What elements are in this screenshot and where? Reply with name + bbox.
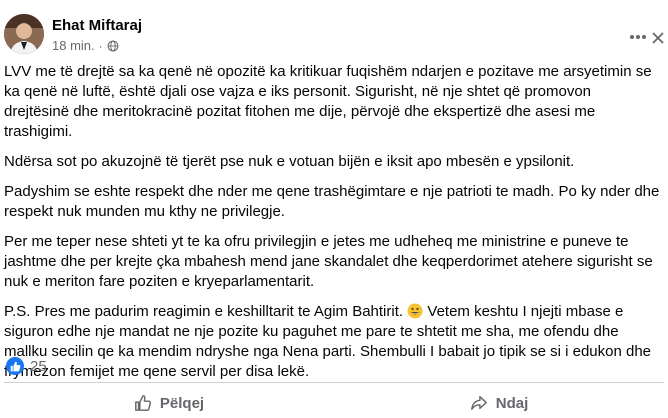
post-meta: 18 min. · [52, 38, 119, 53]
meta-separator: · [98, 38, 103, 53]
like-label: Pëlqej [159, 394, 205, 412]
thumbs-up-icon [134, 395, 151, 411]
post-time[interactable]: 18 min. [52, 38, 95, 53]
post-paragraph-ps: P.S. Pres me padurim reagimin e keshillt… [4, 302, 660, 382]
share-label: Ndaj [495, 394, 529, 412]
avatar[interactable] [4, 14, 44, 54]
close-icon[interactable] [652, 32, 664, 44]
post-paragraph-1: LVV me të drejtë sa ka qenë në opozitë k… [4, 63, 652, 140]
reaction-count: 25 [30, 357, 47, 375]
facebook-post: Ehat Miftaraj 18 min. · LVV me të drejtë… [0, 0, 668, 412]
share-arrow-icon [470, 395, 487, 411]
post-paragraph-2: Ndërsa sot po akuzojnë të tjerët pse nuk… [4, 153, 575, 170]
like-reaction-icon [6, 357, 24, 375]
reactions-summary[interactable]: 25 [6, 357, 47, 375]
grinning-emoji-icon [407, 303, 423, 319]
post-actions: Pëlqej Ndaj [4, 388, 664, 418]
profile-photo [4, 14, 44, 54]
like-button[interactable]: Pëlqej [4, 388, 334, 418]
ps-text-start: P.S. Pres me padurim reagimin e keshillt… [4, 303, 408, 320]
divider [4, 382, 664, 383]
globe-icon [107, 40, 119, 51]
post-paragraph-4: Per me teper nese shteti yt te ka ofru p… [4, 233, 653, 290]
thumbs-up-badge-icon [10, 361, 20, 371]
author-name[interactable]: Ehat Miftaraj [52, 17, 142, 34]
post-body: LVV me të drejtë sa ka qenë në opozitë k… [4, 62, 660, 392]
post-paragraph-3: Padyshim se eshte respekt dhe nder me qe… [4, 183, 660, 220]
post-header: Ehat Miftaraj 18 min. · [4, 14, 664, 58]
share-button[interactable]: Ndaj [334, 388, 664, 418]
more-options-icon[interactable] [629, 34, 647, 40]
